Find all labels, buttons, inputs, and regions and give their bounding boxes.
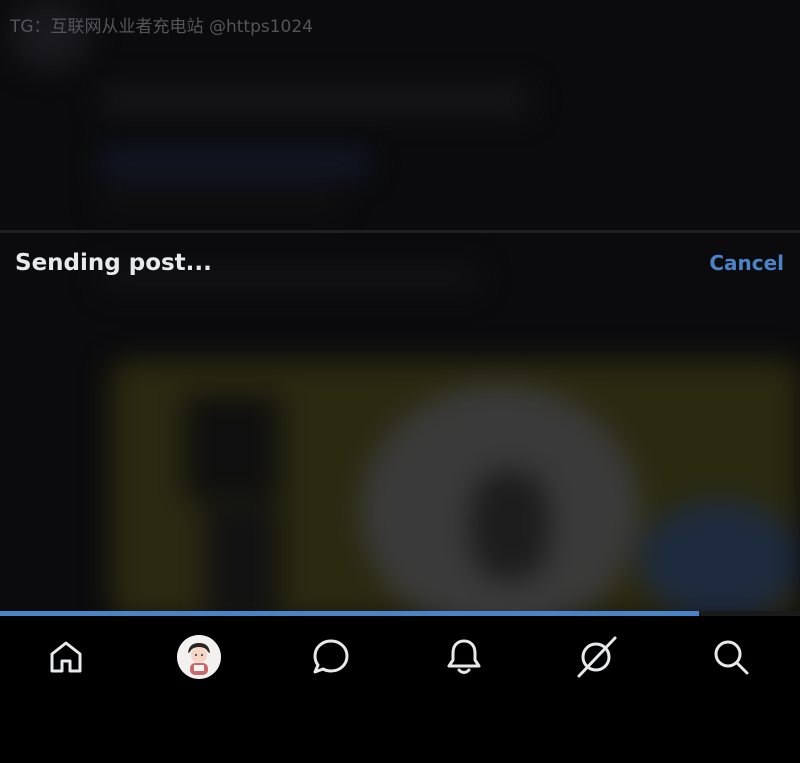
nav-home[interactable]	[36, 631, 96, 683]
slashed-circle-icon	[577, 636, 617, 678]
blurred-text-line	[100, 85, 530, 115]
cancel-button[interactable]: Cancel	[709, 251, 784, 275]
blurred-image-shape	[185, 395, 280, 500]
watermark-text: TG：互联网从业者充电站 @https1024	[10, 17, 313, 37]
banner-divider	[0, 230, 800, 233]
blurred-image-shape	[470, 470, 550, 580]
blurred-image-shape	[205, 505, 280, 612]
nav-messages[interactable]	[301, 631, 361, 683]
nav-explore[interactable]	[566, 631, 626, 683]
nav-notifications[interactable]	[434, 631, 494, 683]
blurred-feed-background: TG：互联网从业者充电站 @https1024 Sending post... …	[0, 0, 800, 612]
home-icon	[50, 641, 82, 673]
sending-status-text: Sending post...	[15, 250, 212, 276]
nav-profile[interactable]	[169, 631, 229, 683]
blurred-post-content	[0, 0, 800, 612]
bottom-navigation	[0, 616, 800, 763]
nav-search[interactable]	[701, 631, 761, 683]
bell-icon	[447, 639, 481, 674]
chat-bubble-icon	[313, 639, 349, 674]
avatar-illustration	[177, 635, 221, 679]
avatar	[177, 635, 221, 679]
blurred-text-line	[100, 190, 340, 210]
blurred-image-shape	[640, 500, 800, 612]
app-screen: TG：互联网从业者充电站 @https1024 Sending post... …	[0, 0, 800, 763]
blurred-link-line	[100, 150, 370, 176]
search-icon	[714, 640, 749, 675]
